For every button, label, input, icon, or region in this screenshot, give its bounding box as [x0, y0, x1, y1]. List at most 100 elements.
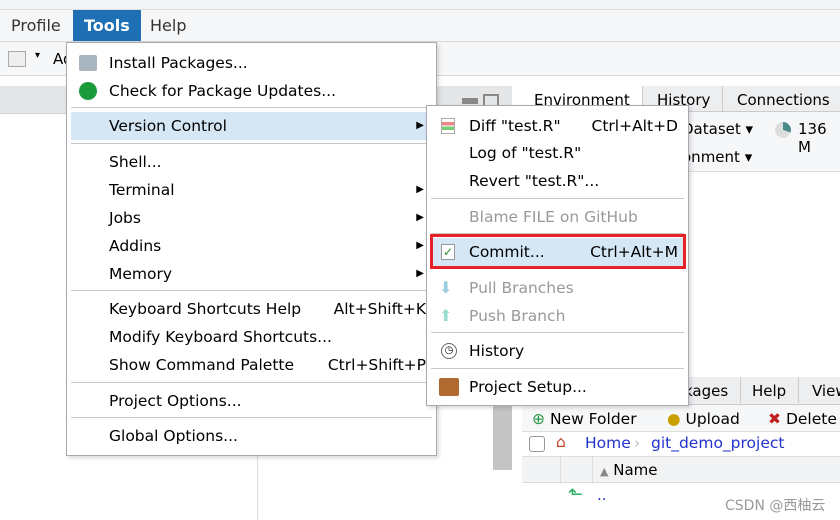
label: Keyboard Shortcuts Help: [109, 300, 302, 318]
menu-item-revert[interactable]: Revert "test.R"...: [431, 167, 684, 195]
delete-label: Delete: [785, 410, 837, 428]
watermark: CSDN @西柚云: [725, 498, 826, 514]
menu-item-version-control[interactable]: Version Control ▶: [71, 112, 432, 140]
label: Blame FILE on GitHub: [469, 208, 638, 226]
import-dataset-button[interactable]: Dataset ▾: [682, 120, 753, 138]
select-all-checkbox[interactable]: [529, 436, 545, 452]
menu-item-modify-shortcuts[interactable]: Modify Keyboard Shortcuts...: [71, 323, 432, 351]
label: History: [469, 342, 525, 360]
submenu-arrow-icon: ▶: [416, 184, 424, 195]
commit-callout-box: [430, 234, 686, 269]
memory-usage[interactable]: 136 M: [798, 120, 840, 156]
breadcrumb-separator: ›: [634, 434, 641, 452]
label: Diff "test.R": [469, 117, 561, 135]
label: Install Packages...: [109, 54, 248, 72]
label: Memory: [109, 265, 173, 283]
upload-icon: ●: [667, 410, 681, 428]
menu-item-keyboard-shortcuts-help[interactable]: Keyboard Shortcuts Help Alt+Shift+K: [71, 295, 432, 323]
shortcut: Alt+Shift+K: [333, 300, 426, 318]
pull-arrow-icon: ⬇: [439, 278, 453, 297]
name-column-header[interactable]: ▲ Name: [600, 461, 658, 479]
breadcrumb-project[interactable]: git_demo_project: [651, 434, 784, 452]
menu-item-memory[interactable]: Memory ▶: [71, 260, 432, 288]
label: Terminal: [109, 181, 175, 199]
label: Project Setup...: [469, 378, 587, 396]
minimize-icon[interactable]: [462, 98, 478, 104]
sort-asc-icon: ▲: [600, 465, 609, 478]
divider: [431, 368, 684, 369]
label: Check for Package Updates...: [109, 82, 337, 100]
breadcrumb-home[interactable]: Home: [585, 434, 631, 452]
menu-item-check-updates[interactable]: Check for Package Updates...: [71, 77, 432, 105]
breadcrumb: ⌂ Home › git_demo_project: [522, 432, 840, 456]
tab-help[interactable]: Help: [740, 377, 800, 403]
files-header: ▲ Name: [522, 456, 840, 484]
menubar: Profile Tools Help: [0, 10, 840, 42]
divider: [71, 382, 432, 383]
delete-icon: ✖: [768, 410, 781, 428]
push-arrow-icon: ⬆: [439, 306, 453, 325]
submenu-arrow-icon: ▶: [416, 268, 424, 279]
menu-help[interactable]: Help: [139, 10, 197, 41]
diff-icon: [441, 118, 455, 134]
top-strip: [0, 0, 840, 10]
refresh-icon: [79, 82, 97, 100]
label: Show Command Palette: [109, 356, 295, 374]
menu-item-addins[interactable]: Addins ▶: [71, 232, 432, 260]
menu-profile[interactable]: Profile: [0, 10, 72, 41]
menu-item-diff[interactable]: Diff "test.R" Ctrl+Alt+D: [431, 112, 684, 140]
tools-menu: Install Packages... Check for Package Up…: [66, 42, 437, 456]
home-icon: ⌂: [556, 433, 566, 451]
submenu-arrow-icon: ▶: [416, 240, 424, 251]
delete-button[interactable]: ✖ Delete: [768, 410, 837, 428]
files-toolbar: ⊕ New Folder ● Upload ✖ Delete: [522, 405, 840, 432]
divider: [71, 290, 432, 291]
menu-item-terminal[interactable]: Terminal ▶: [71, 176, 432, 204]
tab-connections[interactable]: Connections: [725, 86, 840, 112]
menu-item-jobs[interactable]: Jobs ▶: [71, 204, 432, 232]
label: Modify Keyboard Shortcuts...: [109, 328, 332, 346]
shortcut: Ctrl+Shift+P: [327, 356, 426, 374]
parent-dir-link[interactable]: ..: [597, 486, 607, 504]
upload-button[interactable]: ● Upload: [667, 410, 740, 428]
menu-item-pull[interactable]: ⬇ Pull Branches: [431, 274, 684, 302]
label: Addins: [109, 237, 162, 255]
submenu-arrow-icon: ▶: [416, 120, 424, 131]
dropdown-icon[interactable]: ▾: [35, 50, 40, 61]
menu-item-log[interactable]: Log of "test.R": [431, 139, 684, 167]
parent-dir-icon: ⬑: [568, 484, 584, 505]
grid-icon[interactable]: [8, 51, 26, 67]
label: Project Options...: [109, 392, 242, 410]
menu-item-blame[interactable]: Blame FILE on GitHub: [431, 203, 684, 231]
name-col-label: Name: [613, 461, 658, 479]
shortcut: Ctrl+Alt+D: [591, 117, 678, 135]
menu-item-push[interactable]: ⬆ Push Branch: [431, 302, 684, 330]
menu-item-project-setup[interactable]: Project Setup...: [431, 373, 684, 401]
label: Jobs: [109, 209, 141, 227]
menu-tools[interactable]: Tools: [73, 10, 141, 41]
tab-viewer[interactable]: View: [800, 377, 840, 403]
label: Pull Branches: [469, 279, 574, 297]
divider: [71, 143, 432, 144]
new-folder-button[interactable]: ⊕ New Folder: [532, 410, 637, 428]
divider: [431, 332, 684, 333]
divider: [71, 107, 432, 108]
clock-icon: ◷: [441, 343, 457, 359]
label: Log of "test.R": [469, 144, 582, 162]
divider: [71, 417, 432, 418]
divider: [431, 198, 684, 199]
install-packages-icon: [79, 55, 97, 71]
submenu-arrow-icon: ▶: [416, 212, 424, 223]
memory-pie-icon: [775, 122, 791, 138]
menu-item-project-options[interactable]: Project Options...: [71, 387, 432, 415]
menu-item-global-options[interactable]: Global Options...: [71, 422, 432, 450]
new-folder-label: New Folder: [549, 410, 637, 428]
label: Push Branch: [469, 307, 566, 325]
menu-item-command-palette[interactable]: Show Command Palette Ctrl+Shift+P: [71, 351, 432, 379]
menu-item-history[interactable]: ◷ History: [431, 337, 684, 365]
label: Shell...: [109, 153, 162, 171]
menu-item-shell[interactable]: Shell...: [71, 148, 432, 176]
menu-item-install-packages[interactable]: Install Packages...: [71, 49, 432, 77]
label: Version Control: [109, 117, 227, 135]
dataset-label: Dataset: [682, 120, 741, 138]
